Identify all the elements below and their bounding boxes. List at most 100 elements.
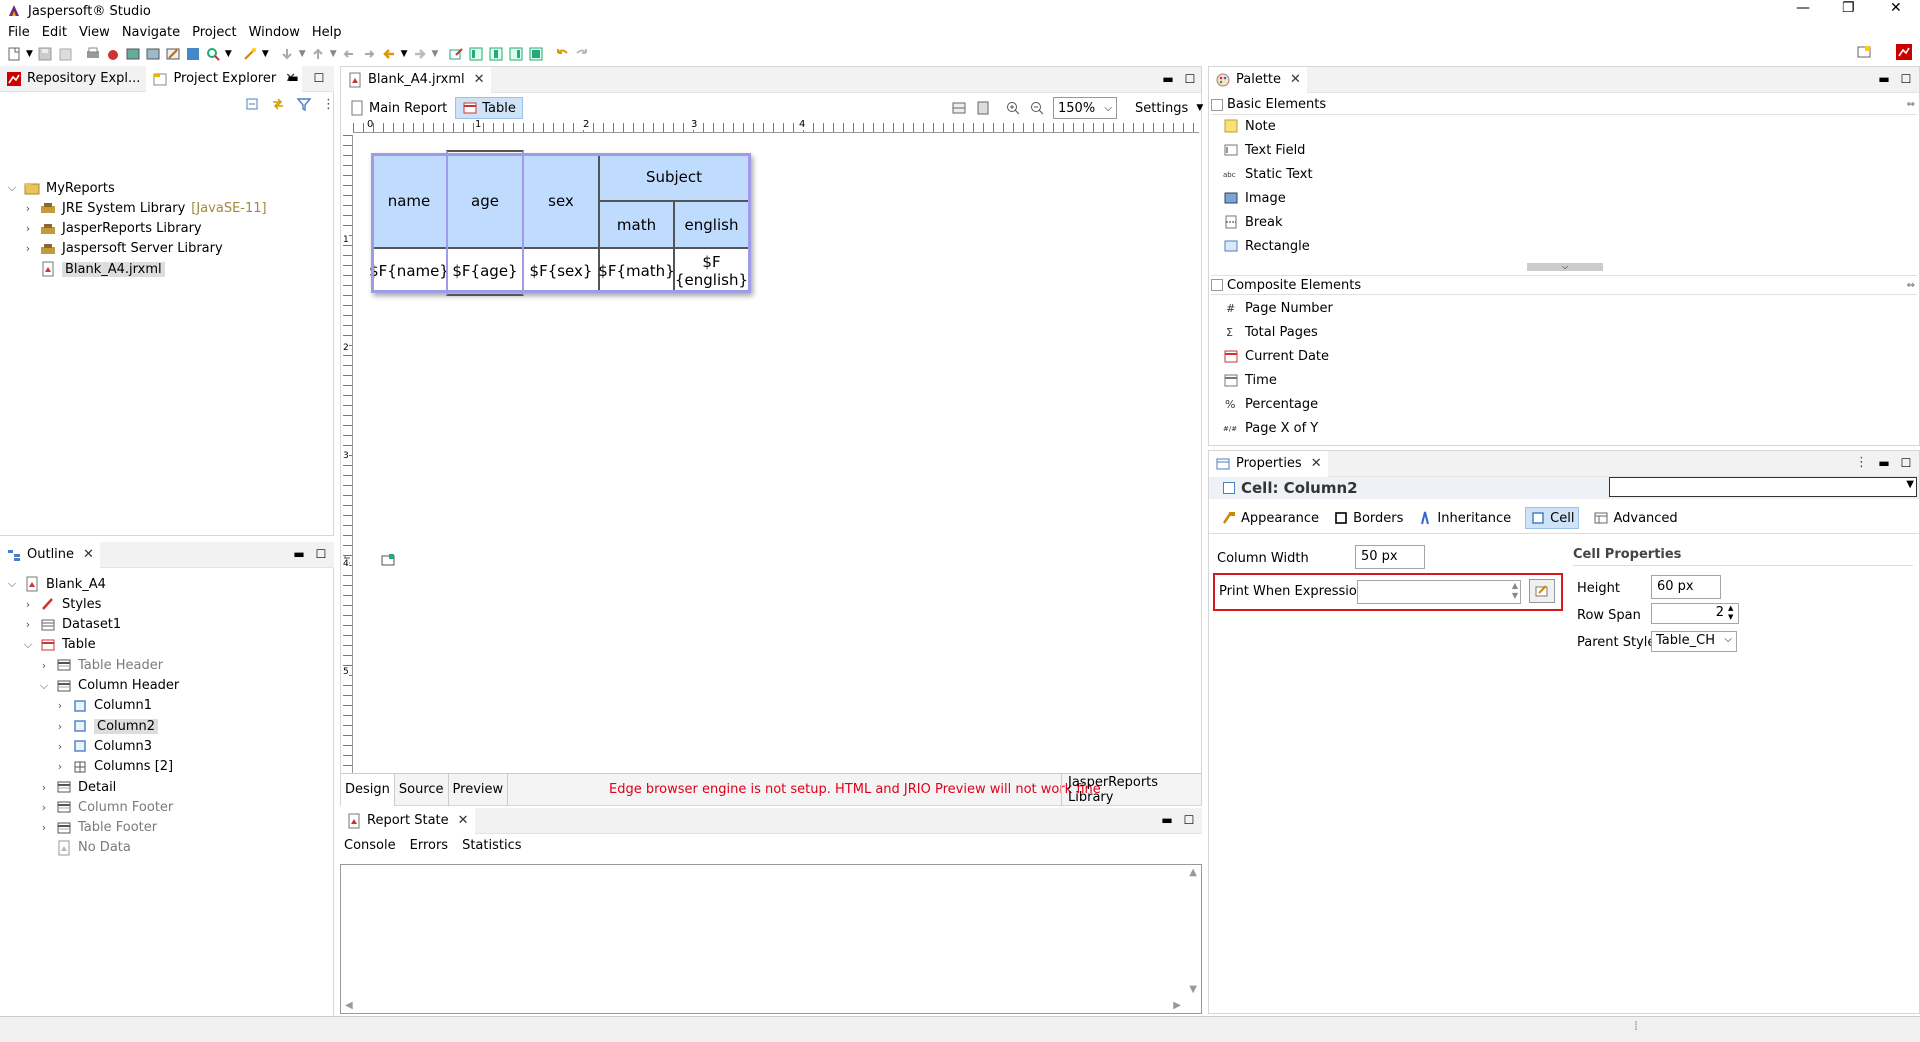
- undo-icon[interactable]: [554, 46, 570, 62]
- tab-blank-a4[interactable]: Blank_A4.jrxml ✕: [341, 66, 491, 93]
- jasperreports-library-label[interactable]: JasperReports Library: [1061, 774, 1201, 806]
- tab-source[interactable]: Source: [395, 773, 449, 806]
- menu-window[interactable]: Window: [245, 25, 308, 40]
- align-center-icon[interactable]: [488, 46, 504, 62]
- menu-navigate[interactable]: Navigate: [118, 25, 188, 40]
- tree-item[interactable]: › Styles: [22, 594, 102, 614]
- restore-button[interactable]: ❐: [1842, 0, 1855, 16]
- back-dropdown-icon[interactable]: ▼: [401, 49, 408, 59]
- spinner-arrows-icon[interactable]: ▲ ▼: [1728, 604, 1733, 622]
- zoom-in-icon[interactable]: [1005, 100, 1021, 116]
- align-right-icon[interactable]: [508, 46, 524, 62]
- menu-project[interactable]: Project: [188, 25, 244, 40]
- menu-help[interactable]: Help: [308, 25, 350, 40]
- height-field[interactable]: 60 px: [1651, 575, 1721, 599]
- filter-icon[interactable]: [296, 96, 312, 112]
- tree-item[interactable]: Blank_A4.jrxml: [22, 259, 165, 279]
- chevron-down-icon[interactable]: ⌵: [6, 181, 18, 195]
- maximize-view-icon[interactable]: ☐: [1183, 72, 1197, 86]
- palette-item-note[interactable]: Note: [1223, 115, 1276, 137]
- palette-item-page-x-of-y[interactable]: #/# Page X of Y: [1223, 417, 1318, 439]
- tree-item[interactable]: ⌵ Column Header: [38, 676, 179, 696]
- maximize-view-icon[interactable]: ☐: [1182, 813, 1196, 827]
- chevron-right-icon[interactable]: ›: [22, 618, 34, 631]
- wand-dropdown-icon[interactable]: ▼: [262, 49, 269, 59]
- minimize-view-icon[interactable]: ▬: [292, 547, 306, 561]
- minimize-view-icon[interactable]: ▬: [1877, 72, 1891, 86]
- palette-item-break[interactable]: Break: [1223, 211, 1282, 233]
- row-span-spinner[interactable]: 2: [1651, 603, 1739, 624]
- menu-edit[interactable]: Edit: [38, 25, 75, 40]
- chevron-down-icon[interactable]: ⌵: [22, 638, 34, 652]
- column-width-field[interactable]: 50 px: [1355, 545, 1425, 569]
- tree-item[interactable]: › Table Header: [38, 655, 163, 675]
- export-icon[interactable]: [448, 46, 464, 62]
- palette-item-static-text[interactable]: abc Static Text: [1223, 163, 1313, 185]
- subtab-errors[interactable]: Errors: [410, 838, 448, 853]
- tree-item[interactable]: › Column3: [54, 736, 152, 756]
- detail-cell-age[interactable]: $F{age}: [447, 248, 523, 293]
- wand-icon[interactable]: [242, 46, 258, 62]
- jaspersoft-perspective-icon[interactable]: [1896, 44, 1914, 66]
- tree-item[interactable]: ⌵ Blank_A4: [6, 574, 106, 594]
- scroll-up-icon[interactable]: ▲: [1189, 867, 1197, 878]
- tree-item[interactable]: ⌵ Table: [22, 635, 96, 655]
- close-tab-icon[interactable]: ✕: [83, 547, 94, 562]
- drawer-scroll-icon[interactable]: ⌵: [1527, 263, 1603, 271]
- last-edit-icon[interactable]: [341, 46, 357, 62]
- view-menu-icon[interactable]: ⋮: [1855, 455, 1868, 470]
- back-icon[interactable]: [381, 46, 397, 62]
- chevron-right-icon[interactable]: ›: [54, 740, 66, 753]
- header-cell-english[interactable]: english: [674, 201, 749, 248]
- forward-icon[interactable]: [412, 46, 428, 62]
- collapse-all-icon[interactable]: [244, 96, 260, 112]
- perspective-icon[interactable]: [1856, 44, 1872, 64]
- chevron-down-icon[interactable]: ⌵: [6, 577, 18, 591]
- save-icon[interactable]: [37, 46, 53, 62]
- tree-item[interactable]: › Table Footer: [38, 818, 157, 838]
- align-justify-icon[interactable]: [528, 46, 544, 62]
- layout-icon[interactable]: [951, 100, 967, 116]
- expression-scroll-icon[interactable]: ▲ ▼: [1512, 581, 1518, 601]
- forward-edit-icon[interactable]: [361, 46, 377, 62]
- save-all-icon[interactable]: [57, 46, 73, 62]
- publish-icon[interactable]: [185, 46, 201, 62]
- palette-item-time[interactable]: Time: [1223, 369, 1277, 391]
- palette-item-page-number[interactable]: # Page Number: [1223, 297, 1333, 319]
- close-tab-icon[interactable]: ✕: [458, 813, 469, 828]
- tree-item[interactable]: › Column1: [54, 696, 152, 716]
- palette-item-total-pages[interactable]: Σ Total Pages: [1223, 321, 1318, 343]
- parent-style-combo[interactable]: Table_CH ⌵: [1651, 631, 1737, 652]
- minimize-view-icon[interactable]: ▬: [1160, 813, 1174, 827]
- zoom-combo[interactable]: 150% ⌵: [1053, 97, 1117, 119]
- collapse-drawer-icon[interactable]: ⇔: [1907, 99, 1915, 110]
- tab-palette[interactable]: Palette ✕: [1209, 66, 1307, 93]
- tab-outline[interactable]: Outline ✕: [0, 541, 100, 568]
- tree-item[interactable]: › Jaspersoft Server Library: [22, 239, 223, 259]
- chevron-right-icon[interactable]: ›: [38, 781, 50, 794]
- maximize-view-icon[interactable]: ☐: [1899, 456, 1913, 470]
- chevron-down-icon[interactable]: ⌵: [38, 679, 50, 693]
- menu-view[interactable]: View: [75, 25, 118, 40]
- search-dropdown-icon[interactable]: ▼: [225, 49, 232, 59]
- tree-item[interactable]: › Dataset1: [22, 615, 121, 635]
- maximize-view-icon[interactable]: ☐: [1899, 72, 1913, 86]
- palette-item-rectangle[interactable]: Rectangle: [1223, 235, 1310, 257]
- element-selector-combo[interactable]: ▼: [1609, 477, 1917, 497]
- align-left-icon[interactable]: [468, 46, 484, 62]
- tree-item[interactable]: › Columns [2]: [54, 757, 173, 777]
- subtab-statistics[interactable]: Statistics: [462, 838, 521, 853]
- tab-borders[interactable]: Borders: [1333, 510, 1403, 526]
- next-annotation-dropdown-icon[interactable]: ▼: [299, 49, 306, 59]
- compile-icon[interactable]: [145, 46, 161, 62]
- tree-item[interactable]: No Data: [38, 838, 131, 858]
- close-button[interactable]: ✕: [1890, 0, 1902, 16]
- tab-cell[interactable]: Cell: [1525, 507, 1580, 529]
- forward-dropdown-icon[interactable]: ▼: [432, 49, 439, 59]
- tree-item[interactable]: › Column Footer: [38, 797, 173, 817]
- tab-project-explorer[interactable]: Project Explorer ✕: [146, 65, 303, 92]
- prev-annotation-dropdown-icon[interactable]: ▼: [330, 49, 337, 59]
- redo-icon[interactable]: [574, 46, 590, 62]
- minimize-button[interactable]: —: [1796, 0, 1810, 16]
- detail-cell-english[interactable]: $F {english}: [674, 248, 749, 293]
